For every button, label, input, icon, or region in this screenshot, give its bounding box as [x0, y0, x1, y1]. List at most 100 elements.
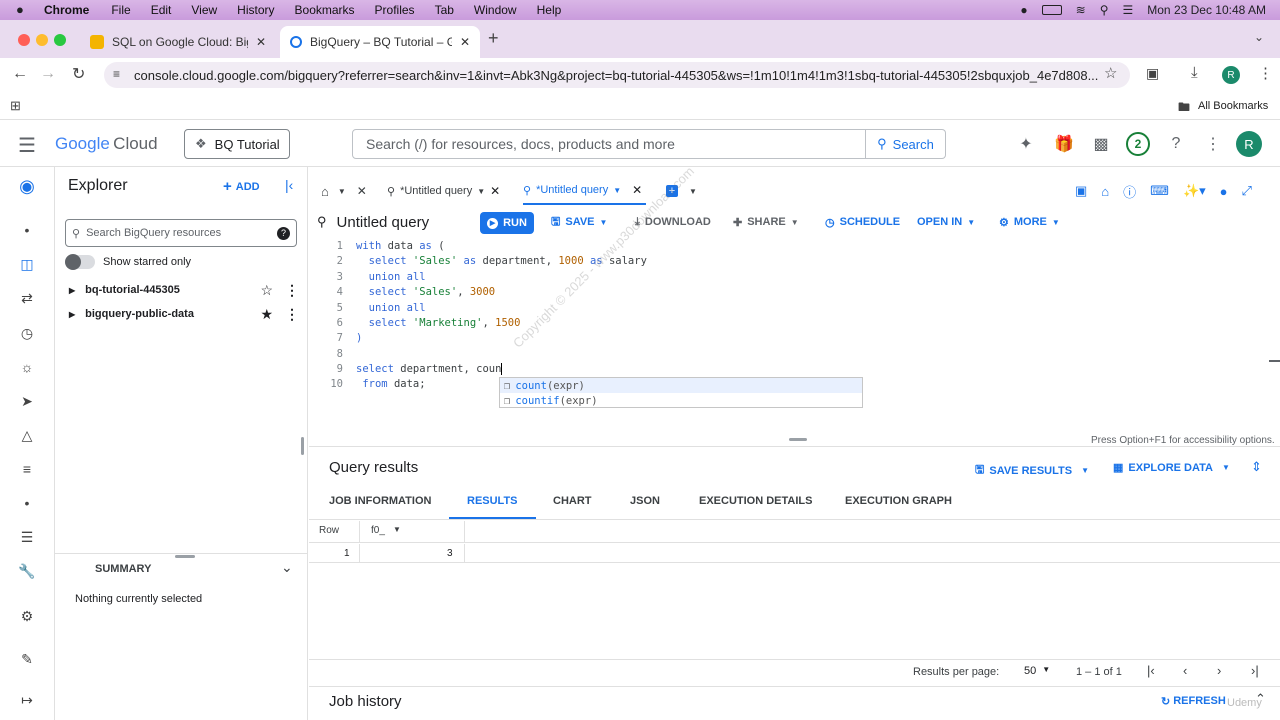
nav-dot-icon[interactable]: •: [16, 219, 38, 241]
menu-app-name[interactable]: Chrome: [44, 3, 89, 17]
save-button[interactable]: 🖫 SAVE ▼: [551, 208, 607, 236]
nav-dot-icon[interactable]: •: [16, 492, 38, 514]
browser-tab-active[interactable]: BigQuery – BQ Tutorial – Goo ✕: [280, 26, 480, 58]
tab-results[interactable]: RESULTS: [449, 495, 536, 519]
all-bookmarks-link[interactable]: All Bookmarks: [1198, 100, 1268, 112]
tab-execution-details[interactable]: EXECUTION DETAILS: [699, 495, 812, 519]
cloud-shell-icon[interactable]: ▩: [1090, 133, 1112, 155]
menu-profiles[interactable]: Profiles: [375, 3, 415, 17]
nav-studio-icon[interactable]: ◫: [16, 253, 38, 275]
query-tab[interactable]: ⚲ *Untitled query ▼ ✕: [387, 177, 500, 205]
star-icon[interactable]: ☆: [260, 282, 273, 299]
window-zoom-button[interactable]: [54, 34, 66, 46]
expand-panel-icon[interactable]: ⇕: [1251, 459, 1262, 475]
toggle-switch[interactable]: [65, 254, 95, 270]
refresh-button[interactable]: ↻ REFRESH: [1161, 695, 1226, 708]
gear-icon[interactable]: ⚙: [16, 605, 38, 627]
nav-graph-icon[interactable]: △: [16, 424, 38, 446]
back-icon[interactable]: ←: [12, 65, 28, 83]
close-icon[interactable]: ✕: [632, 183, 642, 197]
column-divider[interactable]: [464, 521, 465, 543]
last-page-icon[interactable]: ›|: [1251, 663, 1259, 678]
explorer-search-input[interactable]: ⚲ Search BigQuery resources ?: [65, 219, 297, 247]
site-info-icon[interactable]: ≡: [113, 67, 120, 81]
next-page-icon[interactable]: ›: [1217, 663, 1221, 678]
apple-icon[interactable]: ●: [16, 2, 24, 17]
per-page-select[interactable]: 50 ▼: [1024, 665, 1050, 677]
more-vert-icon[interactable]: ⋮: [285, 282, 299, 299]
address-bar[interactable]: ≡ console.cloud.google.com/bigquery?refe…: [104, 62, 1130, 88]
nav-transfers-icon[interactable]: ⇄: [16, 287, 38, 309]
tree-item-project[interactable]: ▶ bq-tutorial-445305 ☆ ⋮: [69, 280, 299, 300]
expand-rail-icon[interactable]: ↦: [16, 689, 38, 711]
save-results-button[interactable]: 🖫 SAVE RESULTS ▼: [975, 461, 1089, 480]
keyboard-icon[interactable]: ⌨: [1150, 183, 1169, 199]
tab-job-information[interactable]: JOB INFORMATION: [329, 495, 431, 519]
home-icon[interactable]: ⌂: [1101, 184, 1109, 199]
menu-help[interactable]: Help: [537, 3, 562, 17]
close-icon[interactable]: ✕: [490, 184, 500, 198]
forward-icon[interactable]: →: [40, 65, 56, 83]
query-tab-active[interactable]: ⚲ *Untitled query ▼ ✕: [523, 177, 647, 205]
nav-pipelines-icon[interactable]: ➤: [16, 390, 38, 412]
more-vert-icon[interactable]: ⋮: [285, 306, 299, 323]
expand-arrow-icon[interactable]: ▶: [69, 310, 75, 319]
help-icon[interactable]: ?: [277, 226, 290, 240]
show-starred-toggle[interactable]: Show starred only: [65, 254, 191, 270]
menu-file[interactable]: File: [111, 3, 130, 17]
autocomplete-item[interactable]: ❐ count(expr): [500, 378, 862, 393]
menu-tab[interactable]: Tab: [435, 3, 454, 17]
wifi-icon[interactable]: ≋: [1076, 3, 1086, 17]
expand-arrow-icon[interactable]: ▶: [69, 286, 75, 295]
explore-data-button[interactable]: ▦ EXPLORE DATA ▼: [1113, 461, 1230, 475]
new-tab-icon[interactable]: +: [488, 28, 499, 49]
control-center-icon[interactable]: ☰: [1123, 3, 1134, 17]
menu-view[interactable]: View: [191, 3, 217, 17]
hamburger-menu-icon[interactable]: ☰: [18, 133, 36, 158]
apps-grid-icon[interactable]: ⊞: [10, 98, 21, 114]
collapse-panel-icon[interactable]: |‹: [285, 177, 293, 193]
home-tab[interactable]: ⌂ ▼ ✕: [321, 177, 367, 205]
account-avatar[interactable]: R: [1236, 131, 1262, 157]
compare-icon[interactable]: ▣: [1075, 183, 1087, 199]
console-search-button[interactable]: ⚲ Search: [866, 129, 946, 159]
window-close-button[interactable]: [18, 34, 30, 46]
release-notes-icon[interactable]: ✎: [16, 648, 38, 670]
notifications-badge[interactable]: 2: [1126, 132, 1150, 156]
star-icon[interactable]: ★: [260, 306, 273, 323]
tab-chart[interactable]: CHART: [553, 495, 592, 519]
bigquery-logo-icon[interactable]: ◉: [16, 175, 38, 197]
autocomplete-item[interactable]: ❐ countif(expr): [500, 393, 862, 408]
nav-list-icon[interactable]: ≡: [16, 458, 38, 480]
prev-page-icon[interactable]: ‹: [1183, 663, 1187, 678]
fullscreen-icon[interactable]: ⤢: [1242, 183, 1252, 199]
info-icon[interactable]: ⓘ: [1123, 182, 1136, 201]
tree-item-public-data[interactable]: ▶ bigquery-public-data ★ ⋮: [69, 304, 299, 324]
summary-resize-handle[interactable]: [175, 555, 195, 558]
magic-wand-icon[interactable]: ✨▾: [1183, 183, 1206, 199]
tab-execution-graph[interactable]: EXECUTION GRAPH: [845, 495, 952, 519]
editor-resize-handle[interactable]: [789, 438, 807, 441]
sort-caret-icon[interactable]: ▼: [393, 525, 401, 534]
nav-jobs-icon[interactable]: ☰: [16, 526, 38, 548]
downloads-icon[interactable]: ⤓: [1191, 64, 1198, 81]
tab-close-icon[interactable]: ✕: [460, 35, 470, 49]
nav-scheduled-icon[interactable]: ◷: [16, 322, 38, 344]
spotlight-icon[interactable]: ⚲: [1100, 3, 1109, 17]
nav-analytics-icon[interactable]: ☼: [16, 356, 38, 378]
help-icon[interactable]: ?: [1165, 133, 1187, 155]
window-minimize-button[interactable]: [36, 34, 48, 46]
column-header-f0[interactable]: f0_: [371, 525, 385, 536]
console-search-input[interactable]: Search (/) for resources, docs, products…: [352, 129, 866, 159]
settings-more-icon[interactable]: ⋮: [1202, 133, 1224, 155]
schedule-button[interactable]: ◷ SCHEDULE: [825, 208, 900, 236]
first-page-icon[interactable]: |‹: [1147, 663, 1155, 678]
more-button[interactable]: ⚙ MORE ▼: [999, 208, 1060, 236]
project-picker[interactable]: ❖ BQ Tutorial: [184, 129, 290, 159]
gemini-sparkle-icon[interactable]: ✦: [1015, 133, 1037, 155]
google-cloud-logo[interactable]: Google Cloud: [55, 134, 158, 154]
tab-json[interactable]: JSON: [630, 495, 660, 519]
gift-icon[interactable]: 🎁: [1053, 133, 1075, 155]
share-button[interactable]: ✚ SHARE ▼: [733, 208, 799, 236]
open-in-button[interactable]: OPEN IN ▼: [917, 208, 975, 236]
